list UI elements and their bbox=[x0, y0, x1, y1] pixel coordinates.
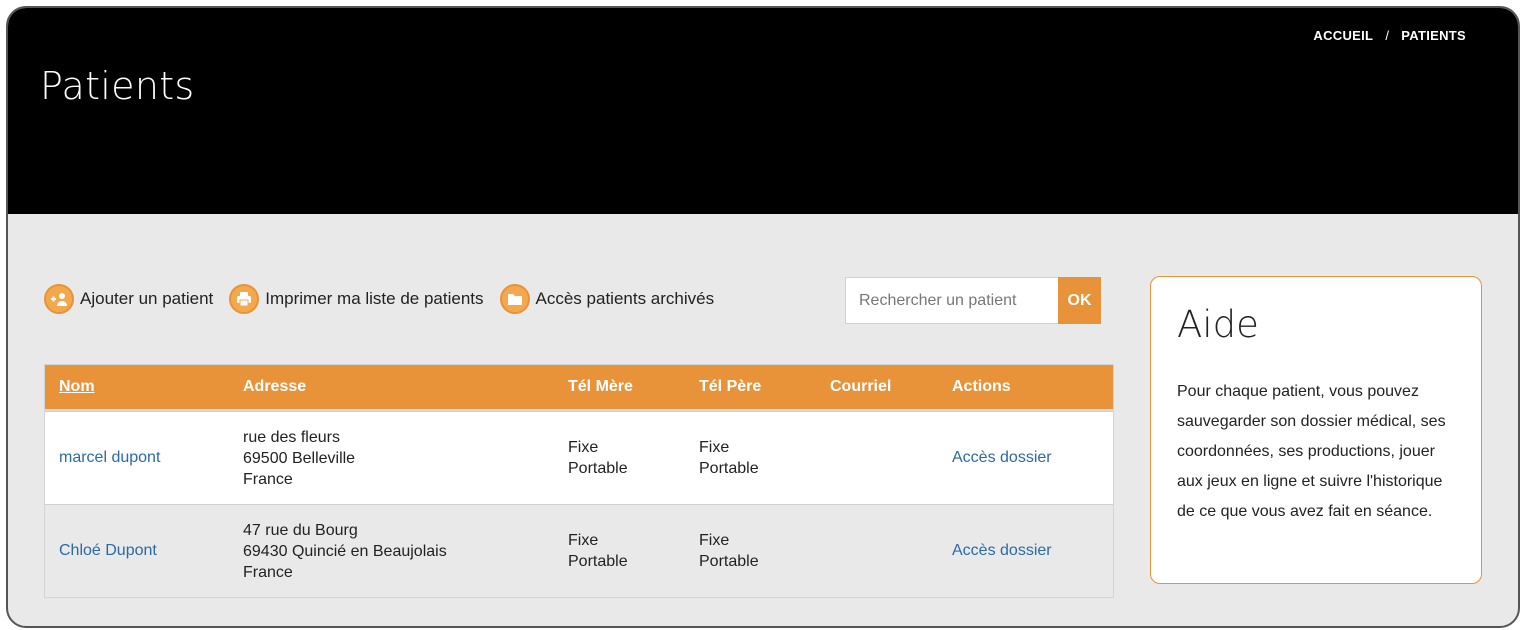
tel-pere-cell: Fixe Portable bbox=[685, 530, 816, 572]
page-header: Patients ACCUEIL / PATIENTS bbox=[8, 8, 1518, 214]
add-patient-button[interactable]: Ajouter un patient bbox=[44, 284, 213, 314]
address-line: 47 rue du Bourg bbox=[243, 521, 358, 539]
address-line: 69500 Belleville bbox=[243, 449, 356, 467]
breadcrumb: ACCUEIL / PATIENTS bbox=[1313, 28, 1466, 43]
column-header-tel-pere: Tél Père bbox=[699, 378, 762, 395]
tel-mere-cell: Fixe Portable bbox=[554, 437, 685, 479]
help-title: Aide bbox=[1177, 303, 1259, 346]
phone-portable-label: Portable bbox=[699, 553, 759, 570]
help-text: Pour chaque patient, vous pouvez sauvega… bbox=[1177, 383, 1446, 520]
phone-portable-label: Portable bbox=[568, 460, 628, 477]
print-list-label: Imprimer ma liste de patients bbox=[265, 289, 484, 308]
phone-fixe-label: Fixe bbox=[699, 439, 730, 456]
column-header-nom[interactable]: Nom bbox=[45, 378, 229, 396]
help-panel: Aide Pour chaque patient, vous pouvez sa… bbox=[1150, 276, 1482, 584]
phone-portable-label: Portable bbox=[568, 553, 628, 570]
app-window: Patients ACCUEIL / PATIENTS Ajouter un pat… bbox=[6, 6, 1520, 628]
patient-name-link[interactable]: marcel dupont bbox=[59, 449, 160, 466]
tel-pere-cell: Fixe Portable bbox=[685, 437, 816, 479]
table-row: Chloé Dupont 47 rue du Bourg 69430 Quinc… bbox=[45, 504, 1113, 597]
search-ok-button[interactable]: OK bbox=[1058, 277, 1101, 324]
address-line: France bbox=[243, 470, 293, 488]
open-record-link[interactable]: Accès dossier bbox=[952, 542, 1052, 559]
printer-icon bbox=[229, 284, 260, 314]
table-row: marcel dupont rue des fleurs 69500 Belle… bbox=[45, 411, 1113, 504]
breadcrumb-home-link[interactable]: ACCUEIL bbox=[1313, 28, 1373, 43]
phone-fixe-label: Fixe bbox=[699, 532, 730, 549]
phone-fixe-label: Fixe bbox=[568, 532, 599, 549]
patient-address: rue des fleurs 69500 Belleville France bbox=[229, 427, 554, 490]
toolbar: Ajouter un patient Imprimer ma liste de … bbox=[44, 281, 730, 317]
patients-table: Nom Adresse Tél Mère Tél Père Courriel A… bbox=[44, 364, 1114, 598]
address-line: 69430 Quincié en Beaujolais bbox=[243, 542, 447, 560]
print-list-button[interactable]: Imprimer ma liste de patients bbox=[229, 284, 484, 314]
column-header-actions: Actions bbox=[952, 378, 1011, 395]
add-user-icon bbox=[44, 284, 74, 314]
address-line: France bbox=[243, 563, 293, 581]
patient-address: 47 rue du Bourg 69430 Quincié en Beaujol… bbox=[229, 520, 554, 583]
column-header-courriel: Courriel bbox=[830, 378, 892, 395]
tel-mere-cell: Fixe Portable bbox=[554, 530, 685, 572]
breadcrumb-current: PATIENTS bbox=[1401, 28, 1466, 43]
search-input[interactable] bbox=[845, 277, 1058, 324]
search-form: OK bbox=[845, 277, 1101, 324]
breadcrumb-separator: / bbox=[1385, 28, 1390, 43]
column-header-tel-mere: Tél Mère bbox=[568, 378, 633, 395]
address-line: rue des fleurs bbox=[243, 428, 340, 446]
patient-name-link[interactable]: Chloé Dupont bbox=[59, 542, 157, 559]
column-header-adresse: Adresse bbox=[243, 378, 307, 395]
page-title: Patients bbox=[40, 64, 195, 108]
folder-icon bbox=[499, 284, 530, 314]
table-header: Nom Adresse Tél Mère Tél Père Courriel A… bbox=[45, 365, 1113, 411]
add-patient-label: Ajouter un patient bbox=[80, 289, 214, 308]
archived-patients-button[interactable]: Accès patients archivés bbox=[499, 284, 715, 314]
phone-fixe-label: Fixe bbox=[568, 439, 599, 456]
open-record-link[interactable]: Accès dossier bbox=[952, 449, 1052, 466]
phone-portable-label: Portable bbox=[699, 460, 759, 477]
archived-patients-label: Accès patients archivés bbox=[535, 289, 715, 308]
